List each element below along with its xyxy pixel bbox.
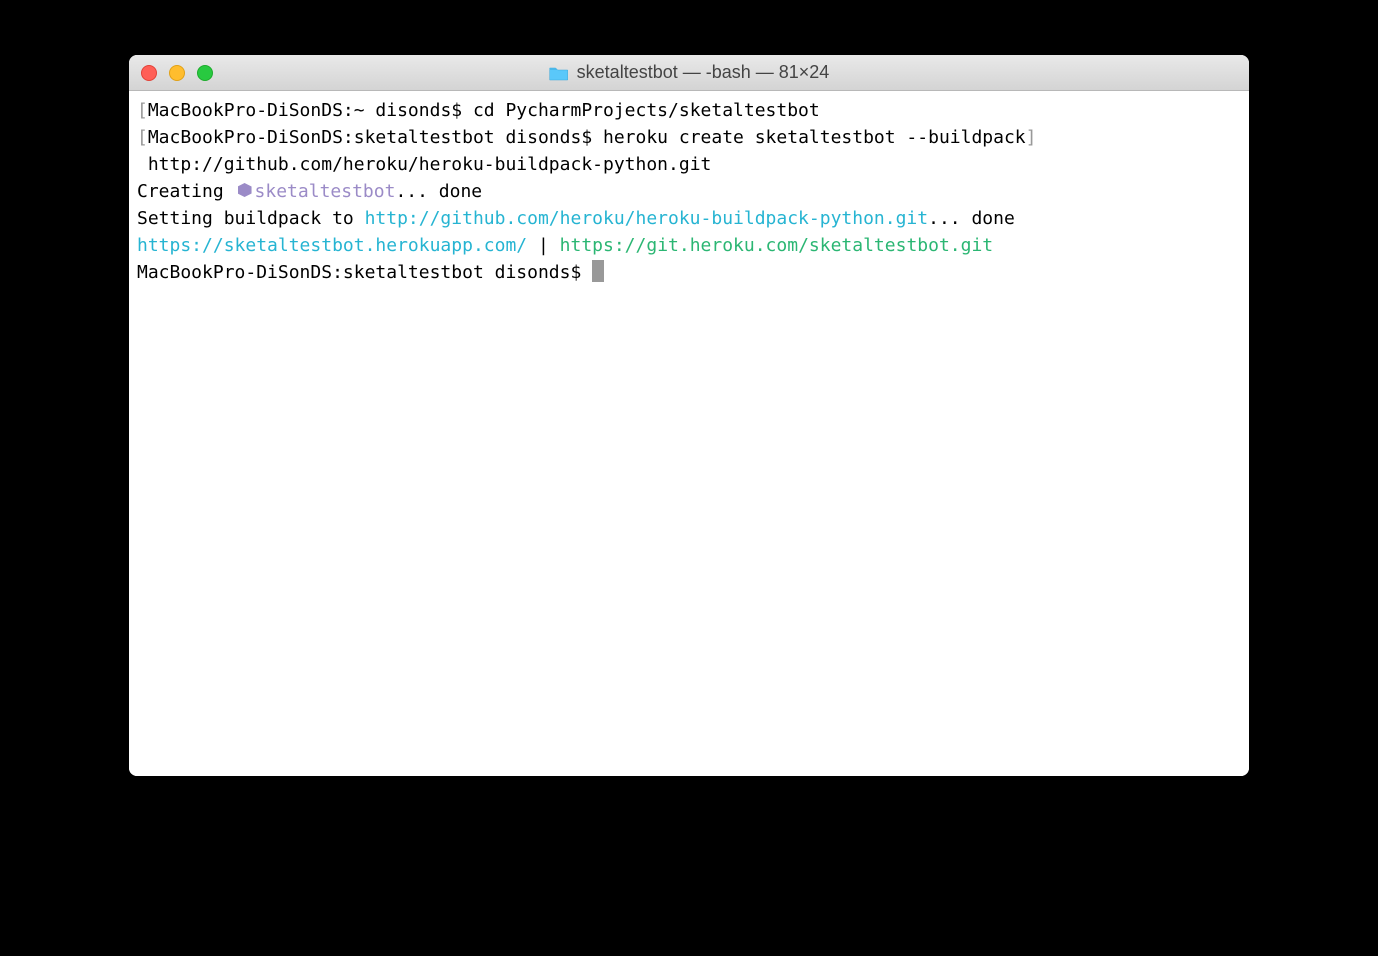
- terminal-line: https://sketaltestbot.herokuapp.com/ | h…: [137, 232, 1241, 259]
- app-name: sketaltestbot: [255, 181, 396, 202]
- output-text: ... done: [395, 181, 482, 202]
- terminal-line: MacBookPro-DiSonDS:sketaltestbot disonds…: [137, 259, 1241, 286]
- bracket-close: ]: [1026, 127, 1037, 148]
- terminal-line: Setting buildpack to http://github.com/h…: [137, 205, 1241, 232]
- output-text: Creating: [137, 181, 235, 202]
- minimize-button[interactable]: [169, 65, 185, 81]
- output-text: Setting buildpack to: [137, 208, 365, 229]
- traffic-lights: [141, 65, 213, 81]
- terminal-line: Creating sketaltestbot... done: [137, 178, 1241, 205]
- git-url: https://git.heroku.com/sketaltestbot.git: [560, 235, 993, 256]
- prompt-text: MacBookPro-DiSonDS:~ disonds$: [148, 100, 473, 121]
- maximize-button[interactable]: [197, 65, 213, 81]
- separator: |: [527, 235, 560, 256]
- cursor: [592, 260, 604, 282]
- folder-icon: [549, 65, 569, 81]
- prompt-text: MacBookPro-DiSonDS:sketaltestbot disonds…: [148, 127, 603, 148]
- titlebar[interactable]: sketaltestbot — -bash — 81×24: [129, 55, 1249, 91]
- terminal-window: sketaltestbot — -bash — 81×24 [MacBookPr…: [129, 55, 1249, 776]
- window-title: sketaltestbot — -bash — 81×24: [577, 62, 830, 83]
- terminal-content[interactable]: [MacBookPro-DiSonDS:~ disonds$ cd Pychar…: [129, 91, 1249, 776]
- command-text: cd PycharmProjects/sketaltestbot: [473, 100, 820, 121]
- output-text: ... done: [928, 208, 1015, 229]
- bracket-open: [: [137, 127, 148, 148]
- window-title-container: sketaltestbot — -bash — 81×24: [549, 62, 830, 83]
- hexagon-icon: [238, 183, 252, 197]
- app-url: https://sketaltestbot.herokuapp.com/: [137, 235, 527, 256]
- buildpack-url: http://github.com/heroku/heroku-buildpac…: [365, 208, 929, 229]
- terminal-line: http://github.com/heroku/heroku-buildpac…: [137, 151, 1241, 178]
- close-button[interactable]: [141, 65, 157, 81]
- command-continuation: http://github.com/heroku/heroku-buildpac…: [137, 154, 711, 175]
- bracket-open: [: [137, 100, 148, 121]
- command-text: heroku create sketaltestbot --buildpack: [603, 127, 1026, 148]
- prompt-text: MacBookPro-DiSonDS:sketaltestbot disonds…: [137, 262, 592, 283]
- terminal-line: [MacBookPro-DiSonDS:sketaltestbot disond…: [137, 124, 1241, 151]
- terminal-line: [MacBookPro-DiSonDS:~ disonds$ cd Pychar…: [137, 97, 1241, 124]
